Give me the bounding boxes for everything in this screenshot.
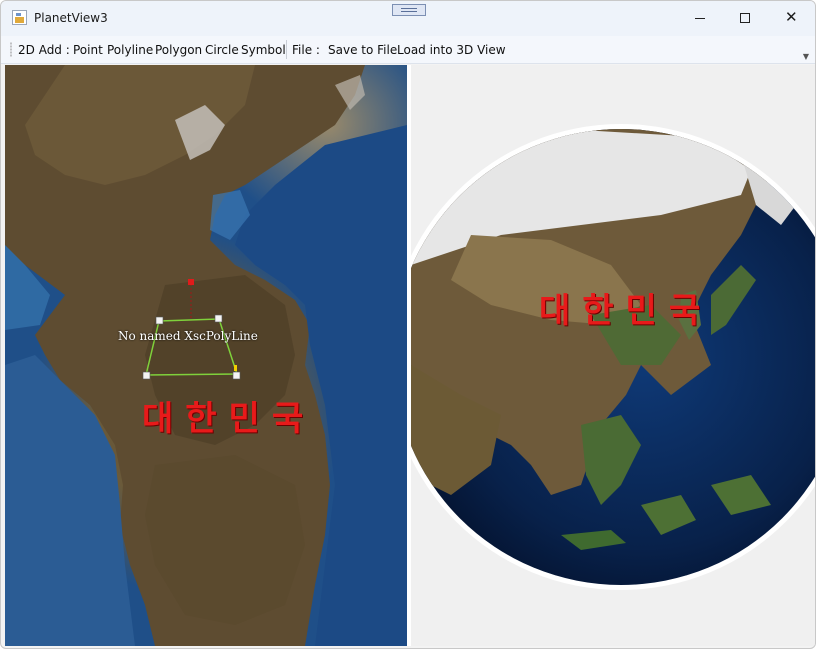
maximize-icon bbox=[740, 13, 750, 23]
vertex-handle[interactable] bbox=[142, 371, 151, 380]
drag-handle-icon[interactable] bbox=[392, 4, 426, 16]
load-into-3d-button[interactable]: Load into 3D View bbox=[397, 43, 506, 57]
globe-render bbox=[411, 124, 815, 590]
vertex-handle[interactable] bbox=[232, 371, 241, 380]
country-label-3d: 대한민국 bbox=[539, 291, 713, 331]
toolbar: 2D Add : Point Polyline Polygon Circle S… bbox=[1, 36, 815, 64]
close-icon: ✕ bbox=[785, 8, 798, 26]
toolbar-grip-icon[interactable] bbox=[10, 42, 12, 57]
close-button[interactable]: ✕ bbox=[769, 1, 815, 36]
polyline-button[interactable]: Polyline bbox=[107, 43, 153, 57]
globe-3d-view[interactable]: 대한민국 bbox=[411, 65, 815, 646]
vertex-handle[interactable] bbox=[214, 314, 223, 323]
title-bar[interactable]: PlanetView3 ✕ bbox=[1, 1, 815, 36]
rotate-handle[interactable] bbox=[188, 279, 194, 285]
app-icon bbox=[12, 10, 27, 25]
minimize-icon bbox=[695, 18, 705, 19]
circle-button[interactable]: Circle bbox=[205, 43, 239, 57]
window-title: PlanetView3 bbox=[34, 11, 108, 25]
map-2d-terrain bbox=[5, 65, 407, 646]
map-2d-view[interactable]: No named XscPolyLine 대한민국 bbox=[5, 65, 407, 646]
toolbar-separator bbox=[286, 40, 287, 59]
minimize-button[interactable] bbox=[677, 1, 723, 36]
polyline-name-label: No named XscPolyLine bbox=[118, 329, 258, 343]
main-window: PlanetView3 ✕ 2D Add : Point Polyline Po… bbox=[0, 0, 816, 649]
file-label: File : bbox=[292, 43, 320, 57]
vertex-handle[interactable] bbox=[155, 316, 164, 325]
toolbar-overflow-icon[interactable]: ▼ bbox=[803, 52, 809, 61]
point-button[interactable]: Point bbox=[73, 43, 103, 57]
maximize-button[interactable] bbox=[723, 1, 769, 36]
symbol-button[interactable]: Symbol bbox=[241, 43, 286, 57]
save-to-file-button[interactable]: Save to File bbox=[328, 43, 397, 57]
polygon-button[interactable]: Polygon bbox=[155, 43, 202, 57]
country-label-2d: 대한민국 bbox=[142, 399, 316, 439]
add-2d-label: 2D Add : bbox=[18, 43, 70, 57]
